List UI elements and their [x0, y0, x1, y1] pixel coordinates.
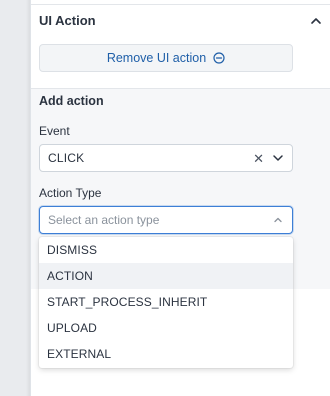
remove-ui-action-label: Remove UI action — [106, 51, 207, 65]
ui-action-section-header[interactable]: UI Action — [31, 5, 330, 36]
option-external[interactable]: EXTERNAL — [39, 341, 293, 367]
option-upload[interactable]: UPLOAD — [39, 315, 293, 341]
section-title: UI Action — [39, 13, 96, 28]
event-value: CLICK — [48, 151, 85, 165]
option-start-process-inherit[interactable]: START_PROCESS_INHERIT — [39, 289, 293, 315]
action-type-dropdown: DISMISS ACTION START_PROCESS_INHERIT UPL… — [39, 237, 293, 368]
event-select[interactable]: CLICK ✕ — [39, 144, 293, 172]
minus-circle-icon — [213, 52, 225, 64]
ui-action-panel: UI Action Remove UI action Add action Ev… — [30, 0, 330, 396]
chevron-down-icon[interactable] — [272, 152, 284, 164]
action-type-label: Action Type — [39, 186, 102, 200]
remove-ui-action-button[interactable]: Remove UI action — [39, 44, 293, 72]
event-label: Event — [39, 124, 70, 138]
chevron-up-icon[interactable] — [310, 15, 322, 27]
action-type-placeholder: Select an action type — [48, 213, 160, 227]
option-action[interactable]: ACTION — [39, 263, 293, 289]
option-dismiss[interactable]: DISMISS — [39, 237, 293, 263]
add-action-title: Add action — [39, 94, 104, 108]
chevron-up-icon[interactable] — [272, 214, 284, 226]
action-type-select[interactable]: Select an action type — [39, 206, 293, 234]
clear-icon[interactable]: ✕ — [253, 152, 264, 165]
